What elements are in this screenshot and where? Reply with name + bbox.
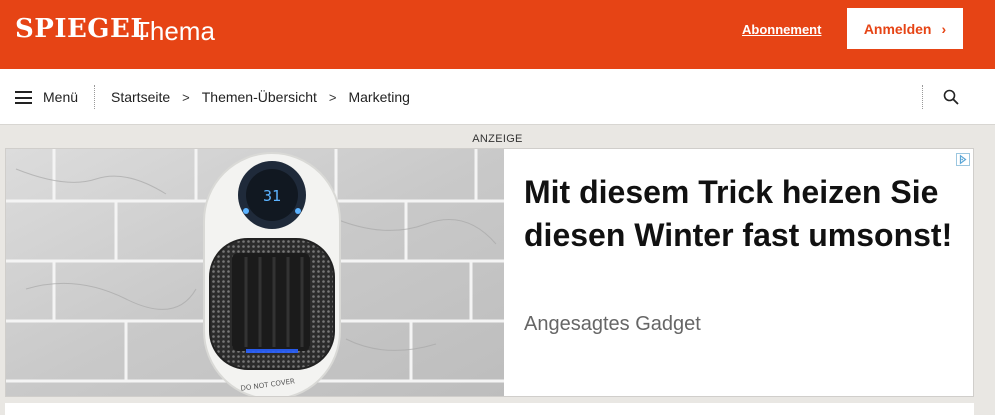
chevron-right-icon: › (941, 20, 947, 37)
thema-label[interactable]: Thema (134, 16, 215, 47)
subscription-link[interactable]: Abonnement (742, 22, 821, 37)
menu-button[interactable]: Menü (43, 89, 78, 105)
ad-label: ANZEIGE (472, 133, 523, 145)
login-label: Anmelden (863, 20, 932, 37)
nav-bar: Menü Startseite > Themen-Übersicht > Mar… (0, 69, 995, 125)
chevron-right-icon: > (182, 89, 190, 105)
ad-image[interactable]: 31 DO NOT COVER (6, 149, 504, 396)
breadcrumb-startseite[interactable]: Startseite (111, 89, 170, 105)
ad-source[interactable]: Angesagtes Gadget (524, 313, 701, 336)
search-icon[interactable] (943, 89, 959, 105)
divider (94, 85, 95, 109)
login-button[interactable]: Anmelden › (847, 8, 963, 49)
hamburger-menu-icon[interactable] (15, 91, 32, 104)
adchoices-icon[interactable] (956, 153, 970, 166)
breadcrumb: Startseite > Themen-Übersicht > Marketin… (111, 89, 410, 105)
top-header: SPIEGEL Thema Abonnement Anmelden › (0, 0, 995, 69)
chevron-right-icon: > (328, 89, 337, 105)
breadcrumb-marketing[interactable]: Marketing (348, 89, 409, 105)
content-area (5, 403, 974, 415)
spiegel-logo[interactable]: SPIEGEL (15, 14, 149, 44)
breadcrumb-themen-uebersicht[interactable]: Themen-Übersicht (202, 89, 317, 105)
advertisement[interactable]: 31 DO NOT COVER Mit diesem Trick heizen … (5, 148, 974, 397)
heater-photo: 31 DO NOT COVER (6, 149, 504, 396)
ad-headline[interactable]: Mit diesem Trick heizen Sie diesen Winte… (524, 171, 954, 257)
heater-display-text: 31 (263, 187, 281, 205)
divider (922, 85, 923, 109)
